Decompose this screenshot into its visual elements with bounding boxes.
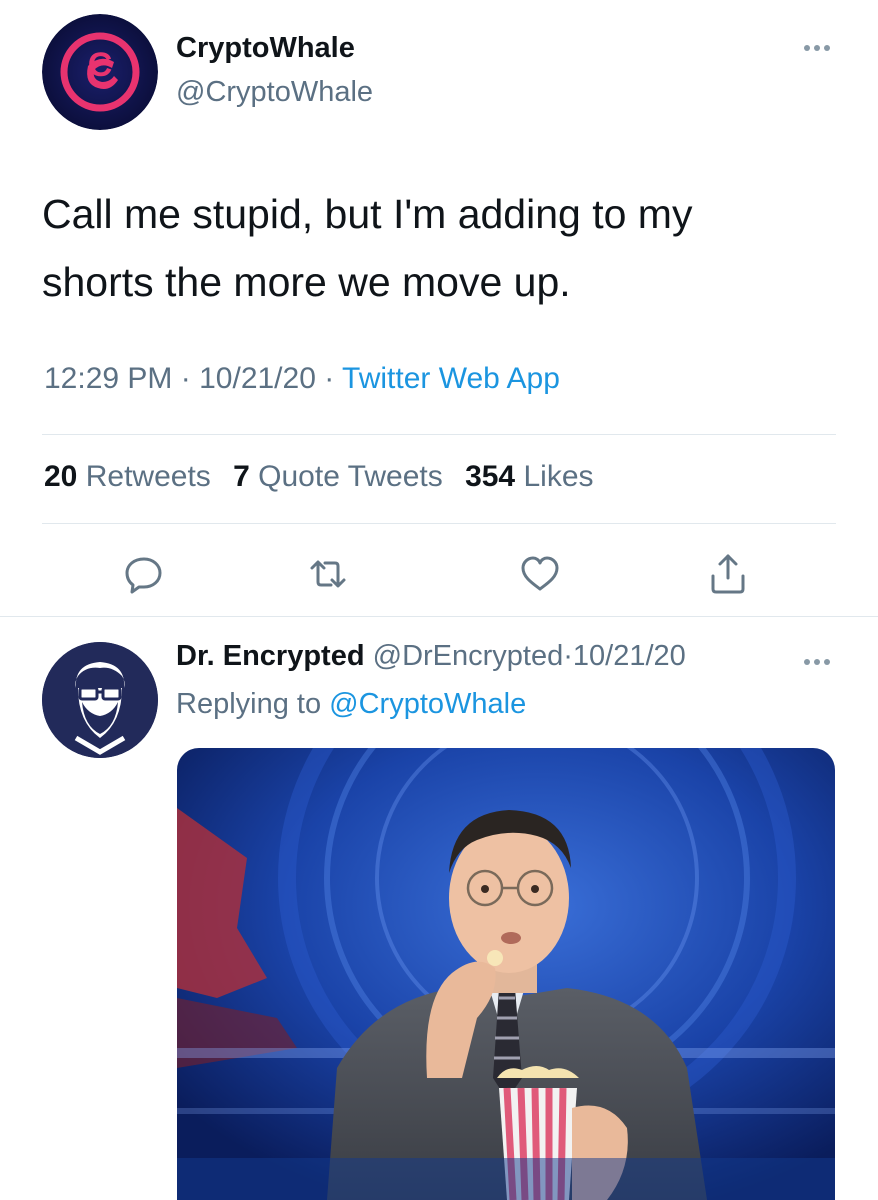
retweets-stat[interactable]: 20 Retweets — [44, 460, 211, 493]
tweet-text-line: shorts the more we move up. — [42, 259, 571, 305]
section-divider — [0, 616, 878, 617]
tweet-date[interactable]: 10/21/20 — [199, 362, 316, 395]
likes-count: 354 — [465, 460, 516, 493]
retweets-label: Retweets — [85, 460, 211, 493]
svg-text:C: C — [88, 46, 113, 84]
likes-stat[interactable]: 354 Likes — [465, 460, 593, 493]
quotes-label: Quote Tweets — [258, 460, 443, 493]
meta-separator: · — [324, 362, 335, 395]
reply-author-handle[interactable]: @DrEncrypted — [373, 640, 564, 672]
likes-label: Likes — [523, 460, 594, 493]
author-name[interactable]: CryptoWhale — [176, 32, 355, 65]
quotes-count: 7 — [233, 460, 250, 493]
tweet-stats: 20 Retweets 7 Quote Tweets 354 Likes — [44, 460, 594, 494]
reply-media-image[interactable] — [177, 748, 835, 1200]
more-icon[interactable] — [800, 650, 834, 674]
replying-handle[interactable]: @CryptoWhale — [329, 688, 526, 720]
like-icon[interactable] — [518, 552, 562, 596]
reply-header: Dr. Encrypted @DrEncrypted·10/21/20 — [176, 640, 686, 673]
tweet-text-line: Call me stupid, but I'm adding to my — [42, 191, 693, 237]
divider — [42, 434, 836, 435]
tweet-source[interactable]: Twitter Web App — [342, 362, 560, 395]
retweets-count: 20 — [44, 460, 78, 493]
replying-to: Replying to @CryptoWhale — [176, 688, 526, 721]
replying-label: Replying to — [176, 688, 322, 720]
reply-date[interactable]: 10/21/20 — [573, 640, 686, 672]
share-icon[interactable] — [706, 552, 750, 596]
quotes-stat[interactable]: 7 Quote Tweets — [233, 460, 443, 493]
reply-icon[interactable] — [122, 552, 166, 596]
tweet-meta: 12:29 PM · 10/21/20 · Twitter Web App — [44, 362, 560, 396]
retweet-icon[interactable] — [306, 552, 350, 596]
meta-separator: · — [180, 362, 191, 395]
tweet-text: Call me stupid, but I'm adding to my sho… — [42, 180, 842, 316]
more-icon[interactable] — [800, 36, 834, 60]
reply-author-name[interactable]: Dr. Encrypted — [176, 640, 365, 672]
divider — [42, 523, 836, 524]
tweet-time[interactable]: 12:29 PM — [44, 362, 172, 395]
cryptowhale-avatar[interactable]: C — [42, 14, 158, 130]
meta-separator: · — [563, 640, 573, 672]
author-handle[interactable]: @CryptoWhale — [176, 76, 373, 109]
drencrypted-avatar[interactable] — [42, 642, 158, 758]
